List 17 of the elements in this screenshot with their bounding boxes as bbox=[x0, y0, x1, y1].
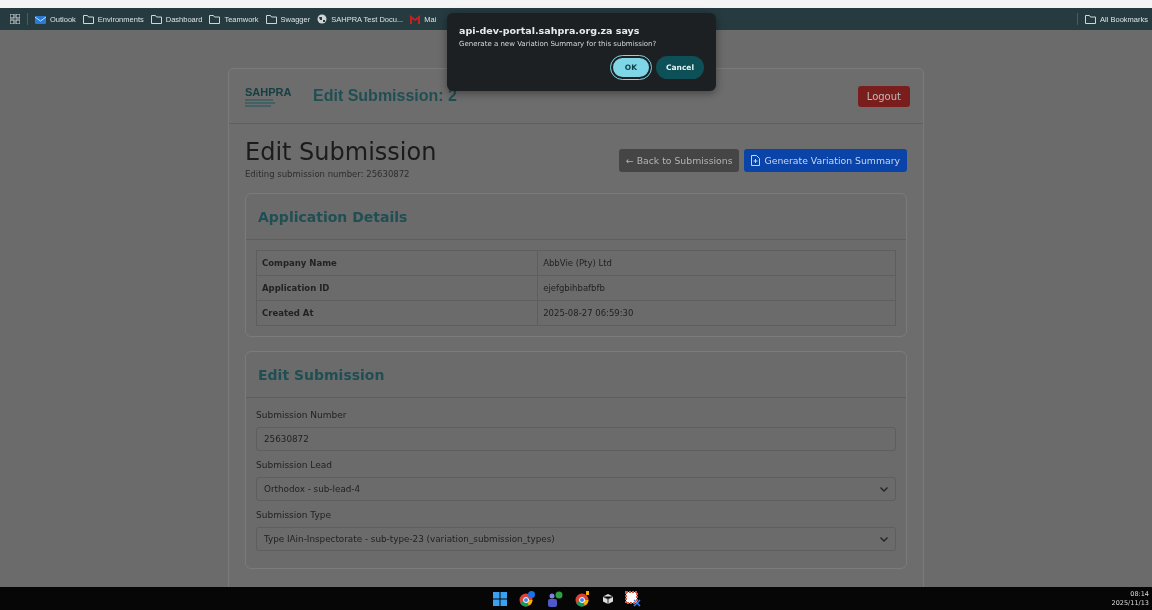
field-label: Submission Type bbox=[256, 510, 333, 520]
logout-button[interactable]: Logout bbox=[857, 85, 910, 107]
field-label: Submission Lead bbox=[256, 460, 333, 470]
section-title: Edit Submission bbox=[258, 367, 385, 383]
dialog-title: api-dev-portal.sahpra.org.za says bbox=[459, 25, 641, 36]
generate-summary-button[interactable]: Generate Variation Summary bbox=[744, 149, 907, 172]
sahpra-logo: SAHPRA bbox=[245, 85, 295, 107]
table-value-cell: 2025-08-27 06:59:30 bbox=[537, 300, 896, 326]
table-label-cell: Created At bbox=[256, 300, 538, 326]
table-label-cell: Company Name bbox=[256, 250, 538, 276]
page-title: Edit Submission bbox=[245, 138, 437, 166]
section-title: Application Details bbox=[258, 209, 408, 225]
table-value-cell: AbbVie (Pty) Ltd bbox=[537, 250, 896, 276]
back-button[interactable]: ← Back to Submissions bbox=[618, 149, 740, 172]
field-label: Submission Number bbox=[256, 410, 348, 420]
table-label-cell: Application ID bbox=[256, 275, 538, 301]
table-value-cell: ejefgbihbafbfb bbox=[537, 275, 896, 301]
